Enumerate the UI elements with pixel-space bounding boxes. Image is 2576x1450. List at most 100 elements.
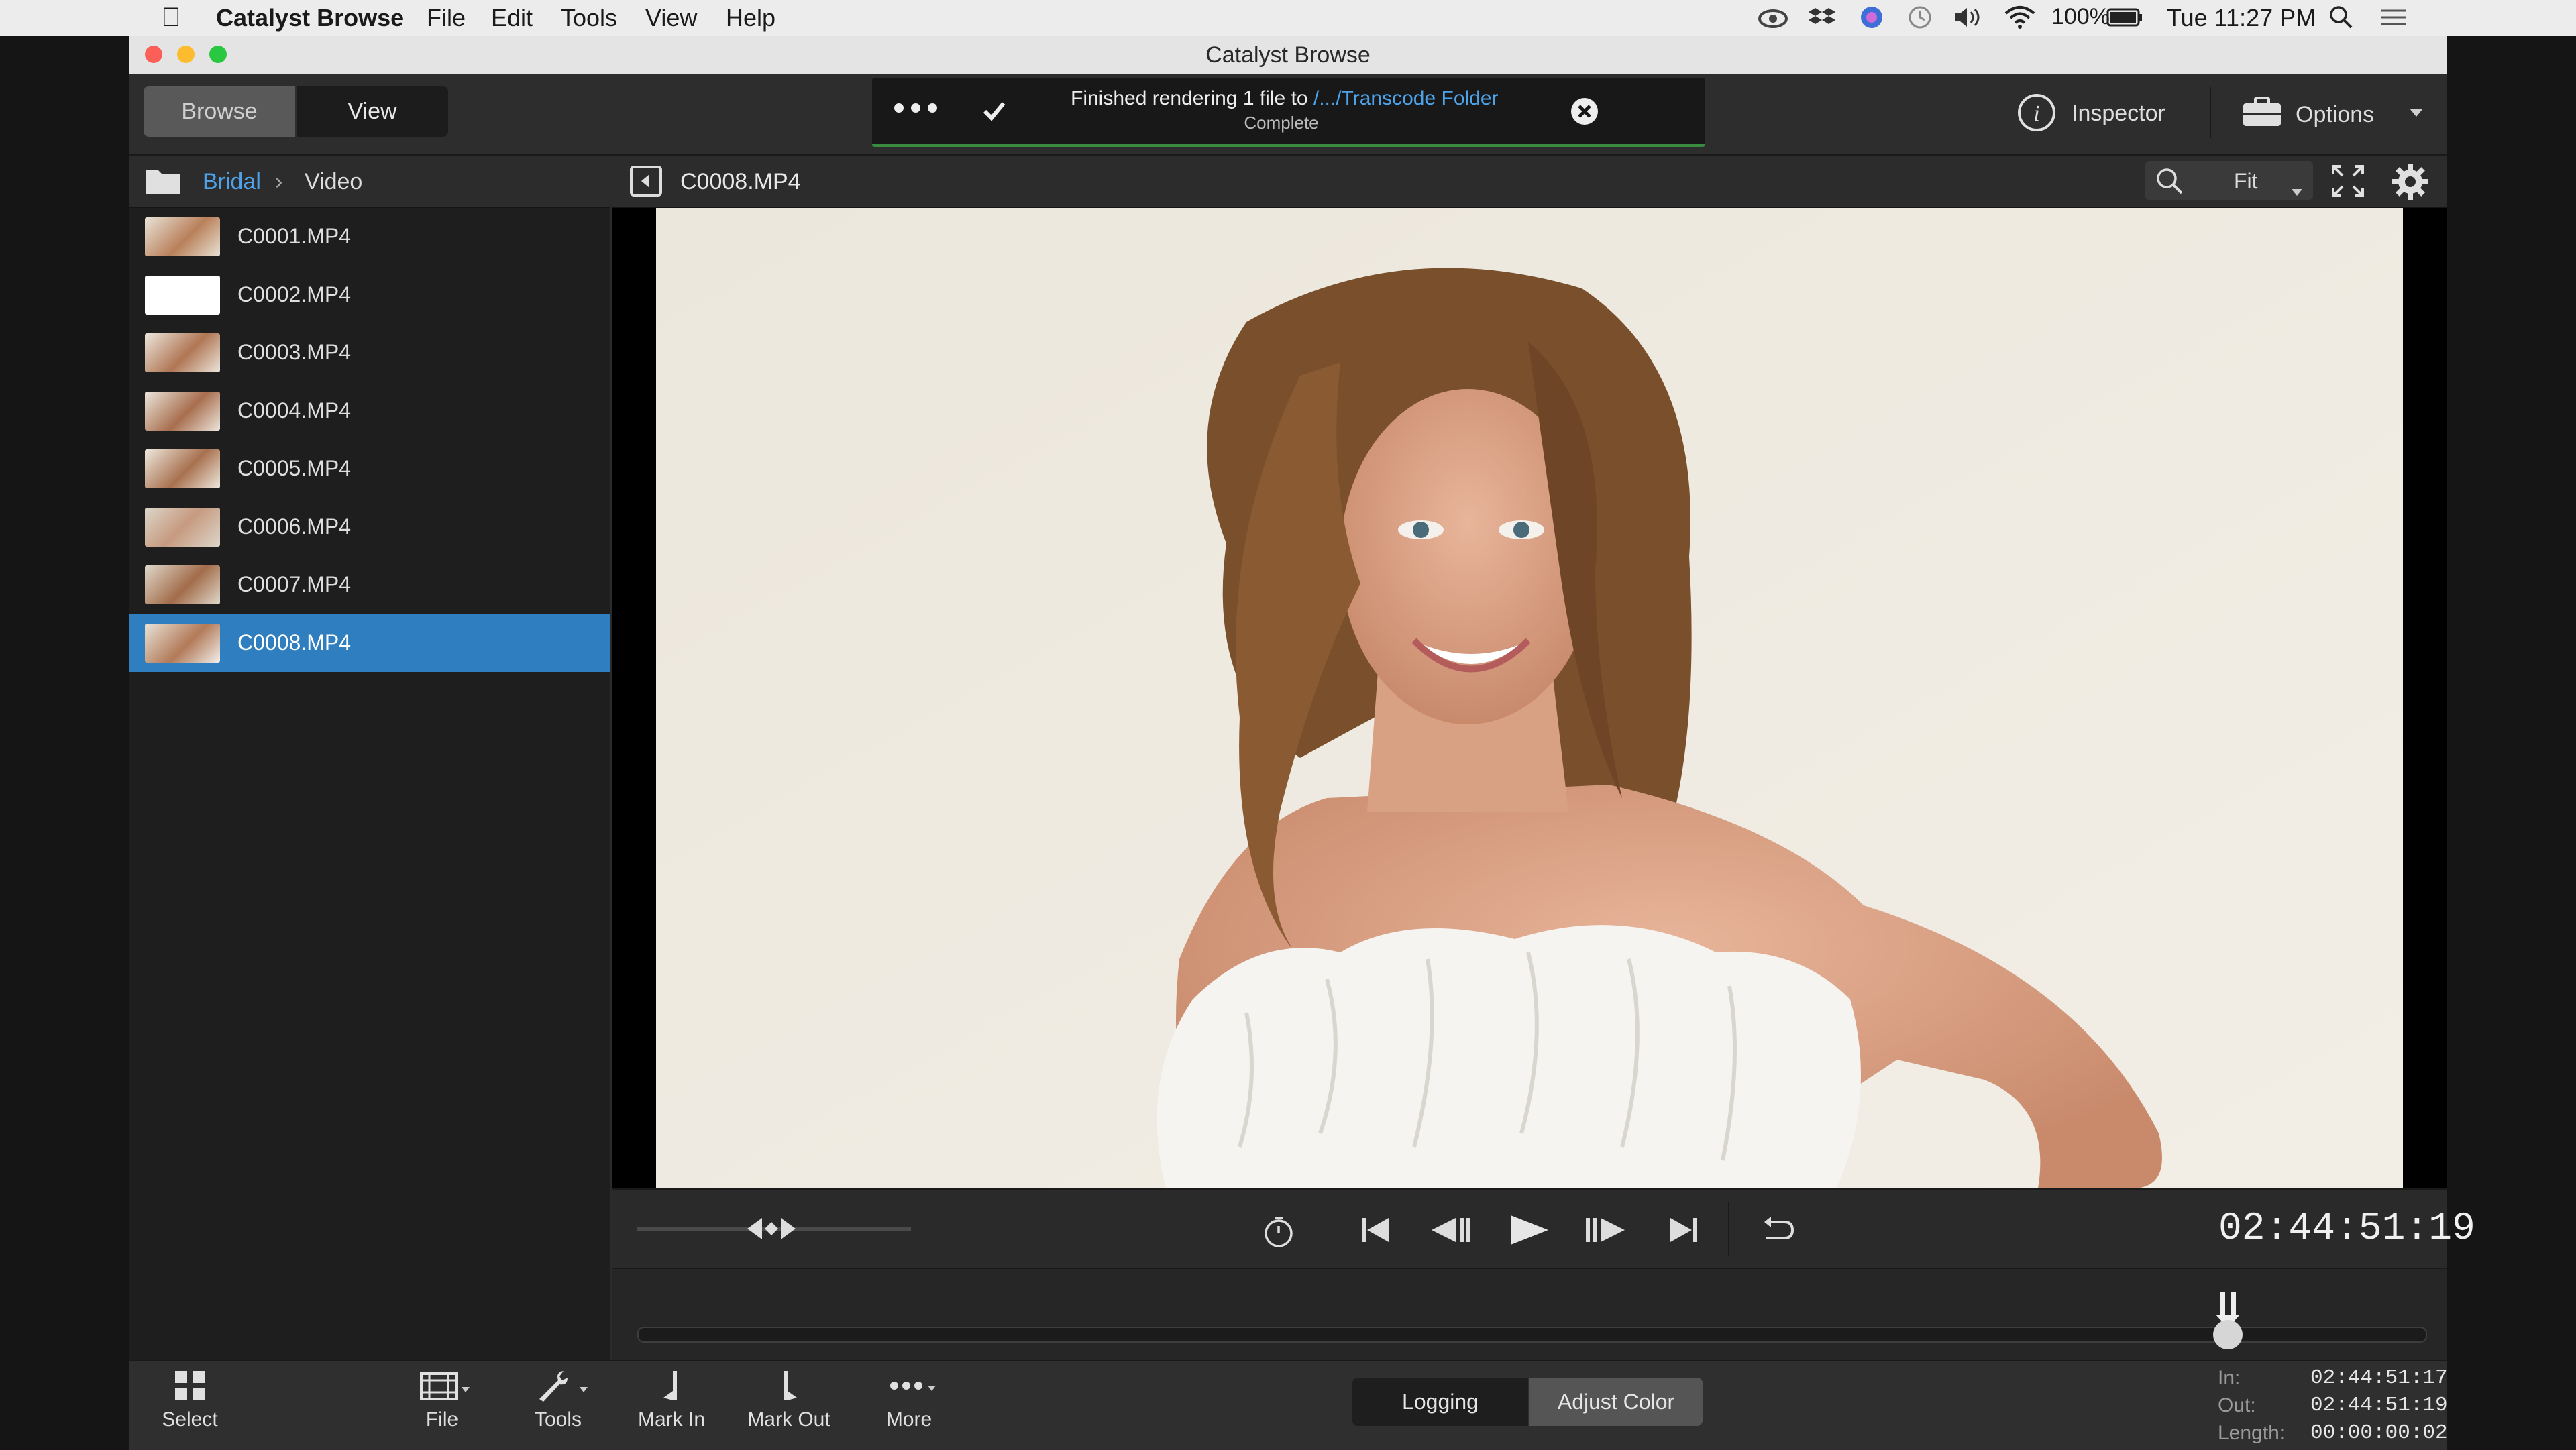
transport-bar: 02:44:51:19 xyxy=(612,1188,2475,1268)
in-out-labels: In: Out: Length: xyxy=(2218,1364,2285,1447)
mark-in-button[interactable]: Mark In xyxy=(635,1368,708,1431)
step-back-icon[interactable] xyxy=(1429,1215,1472,1248)
settings-gear-icon[interactable] xyxy=(2391,162,2430,207)
adjust-color-tab[interactable]: Adjust Color xyxy=(1529,1378,1703,1426)
loop-icon[interactable] xyxy=(1759,1215,1796,1248)
view-tab[interactable]: View xyxy=(297,86,448,137)
panel-toggle-icon[interactable] xyxy=(629,165,663,203)
file-name: C0007.MP4 xyxy=(237,572,351,596)
file-button[interactable]: File xyxy=(405,1368,479,1431)
battery-percent: 100% xyxy=(2051,4,2110,30)
menu-tools[interactable]: Tools xyxy=(561,4,617,32)
browse-tab[interactable]: Browse xyxy=(144,86,295,137)
breadcrumb-parent[interactable]: Bridal xyxy=(203,169,261,195)
briefcase-icon[interactable] xyxy=(2241,95,2284,132)
clip-thumbnail xyxy=(145,391,220,431)
tools-button[interactable]: Tools xyxy=(518,1368,598,1431)
logging-tab[interactable]: Logging xyxy=(1352,1378,1528,1426)
timeline-track[interactable] xyxy=(637,1327,2427,1343)
mark-out-label: Mark Out xyxy=(747,1408,830,1431)
spotlight-icon[interactable] xyxy=(2328,4,2355,37)
playhead-handle[interactable] xyxy=(2208,1290,2248,1355)
file-list-item[interactable]: C0008.MP4 xyxy=(129,614,610,672)
wifi-icon[interactable] xyxy=(2003,4,2037,37)
status-subtext: Complete xyxy=(1244,113,1319,133)
length-timecode: 00:00:00:02 xyxy=(2310,1421,2448,1445)
file-list-item[interactable]: C0002.MP4 xyxy=(129,266,610,324)
battery-icon[interactable] xyxy=(2106,4,2144,37)
time-machine-icon[interactable] xyxy=(1907,4,1933,37)
more-label: More xyxy=(885,1408,932,1431)
mark-out-icon xyxy=(784,1371,797,1400)
tools-label: Tools xyxy=(534,1408,582,1431)
file-list-item[interactable]: C0005.MP4 xyxy=(129,440,610,498)
status-message-text: Finished rendering 1 file to xyxy=(1071,87,1313,109)
zoom-chevron-icon[interactable] xyxy=(2290,177,2304,203)
skip-to-end-icon[interactable] xyxy=(1668,1215,1700,1248)
zoom-select[interactable]: Fit xyxy=(2234,169,2258,194)
minimize-window-button[interactable] xyxy=(177,46,195,63)
menu-view[interactable]: View xyxy=(645,4,697,32)
notification-center-icon[interactable] xyxy=(2379,4,2408,37)
fullscreen-icon[interactable] xyxy=(2330,164,2365,205)
current-timecode: 02:44:51:19 xyxy=(2218,1207,2475,1251)
file-name: C0001.MP4 xyxy=(237,224,351,248)
title-bar: Catalyst Browse xyxy=(129,36,2447,74)
jog-shuttle-handle[interactable] xyxy=(745,1214,798,1247)
transcode-folder-link[interactable]: /.../Transcode Folder xyxy=(1313,87,1499,109)
select-label: Select xyxy=(162,1408,218,1431)
in-out-values: 02:44:51:17 02:44:51:19 00:00:00:02 xyxy=(2310,1364,2448,1447)
menu-help[interactable]: Help xyxy=(726,4,775,32)
magnifier-icon[interactable] xyxy=(2155,166,2184,202)
app-menu[interactable]: Catalyst Browse xyxy=(216,4,404,32)
skip-to-start-icon[interactable] xyxy=(1359,1215,1391,1248)
menu-edit[interactable]: Edit xyxy=(491,4,533,32)
zoom-control[interactable]: Fit xyxy=(2145,161,2313,200)
menu-bar:  Catalyst Browse File Edit Tools View H… xyxy=(0,0,2576,36)
inspector-icon[interactable]: i xyxy=(2017,93,2057,136)
folder-icon[interactable] xyxy=(145,166,181,202)
mark-out-button[interactable]: Mark Out xyxy=(742,1368,836,1431)
timer-icon[interactable] xyxy=(1261,1214,1296,1252)
ellipsis-icon xyxy=(890,1382,936,1391)
file-label: File xyxy=(425,1408,459,1431)
file-list-item[interactable]: C0003.MP4 xyxy=(129,324,610,382)
siri-icon[interactable] xyxy=(1858,4,1885,37)
in-label: In: xyxy=(2218,1367,2241,1389)
file-name: C0002.MP4 xyxy=(237,282,351,306)
select-button[interactable]: Select xyxy=(160,1368,220,1431)
file-list-item[interactable]: C0004.MP4 xyxy=(129,382,610,440)
grid-icon xyxy=(175,1371,205,1400)
volume-icon[interactable] xyxy=(1952,4,1986,37)
mark-in-icon xyxy=(663,1371,677,1400)
file-list-item[interactable]: C0007.MP4 xyxy=(129,556,610,614)
creative-cloud-icon[interactable] xyxy=(1758,4,1788,37)
film-icon xyxy=(420,1372,470,1400)
chevron-down-icon[interactable] xyxy=(2408,107,2424,121)
timeline-scrubber[interactable] xyxy=(612,1268,2447,1361)
file-name: C0008.MP4 xyxy=(237,630,351,655)
menu-file[interactable]: File xyxy=(427,4,466,32)
wrench-icon xyxy=(539,1371,588,1402)
file-name: C0005.MP4 xyxy=(237,456,351,480)
toolbar-divider xyxy=(2210,87,2211,138)
mark-in-label: Mark In xyxy=(637,1408,706,1431)
clip-thumbnail xyxy=(145,333,220,372)
options-button[interactable]: Options xyxy=(2296,102,2374,128)
clock[interactable]: Tue 11:27 PM xyxy=(2167,4,2316,32)
zoom-window-button[interactable] xyxy=(209,46,227,63)
video-frame[interactable] xyxy=(656,208,2403,1188)
svg-text:i: i xyxy=(2033,101,2039,126)
inspector-button[interactable]: Inspector xyxy=(2072,101,2165,127)
dropbox-icon[interactable] xyxy=(1809,4,1835,37)
apple-icon[interactable]:  xyxy=(161,3,181,33)
viewer-header: C0008.MP4 Fit xyxy=(612,156,2447,208)
step-forward-icon[interactable] xyxy=(1585,1215,1627,1248)
more-button[interactable]: More xyxy=(872,1368,946,1431)
file-list-item[interactable]: C0001.MP4 xyxy=(129,208,610,266)
play-icon[interactable] xyxy=(1504,1213,1551,1251)
close-window-button[interactable] xyxy=(145,46,162,63)
file-list-item[interactable]: C0006.MP4 xyxy=(129,498,610,556)
clip-thumbnail xyxy=(145,449,220,488)
dismiss-icon[interactable] xyxy=(1570,97,1599,129)
